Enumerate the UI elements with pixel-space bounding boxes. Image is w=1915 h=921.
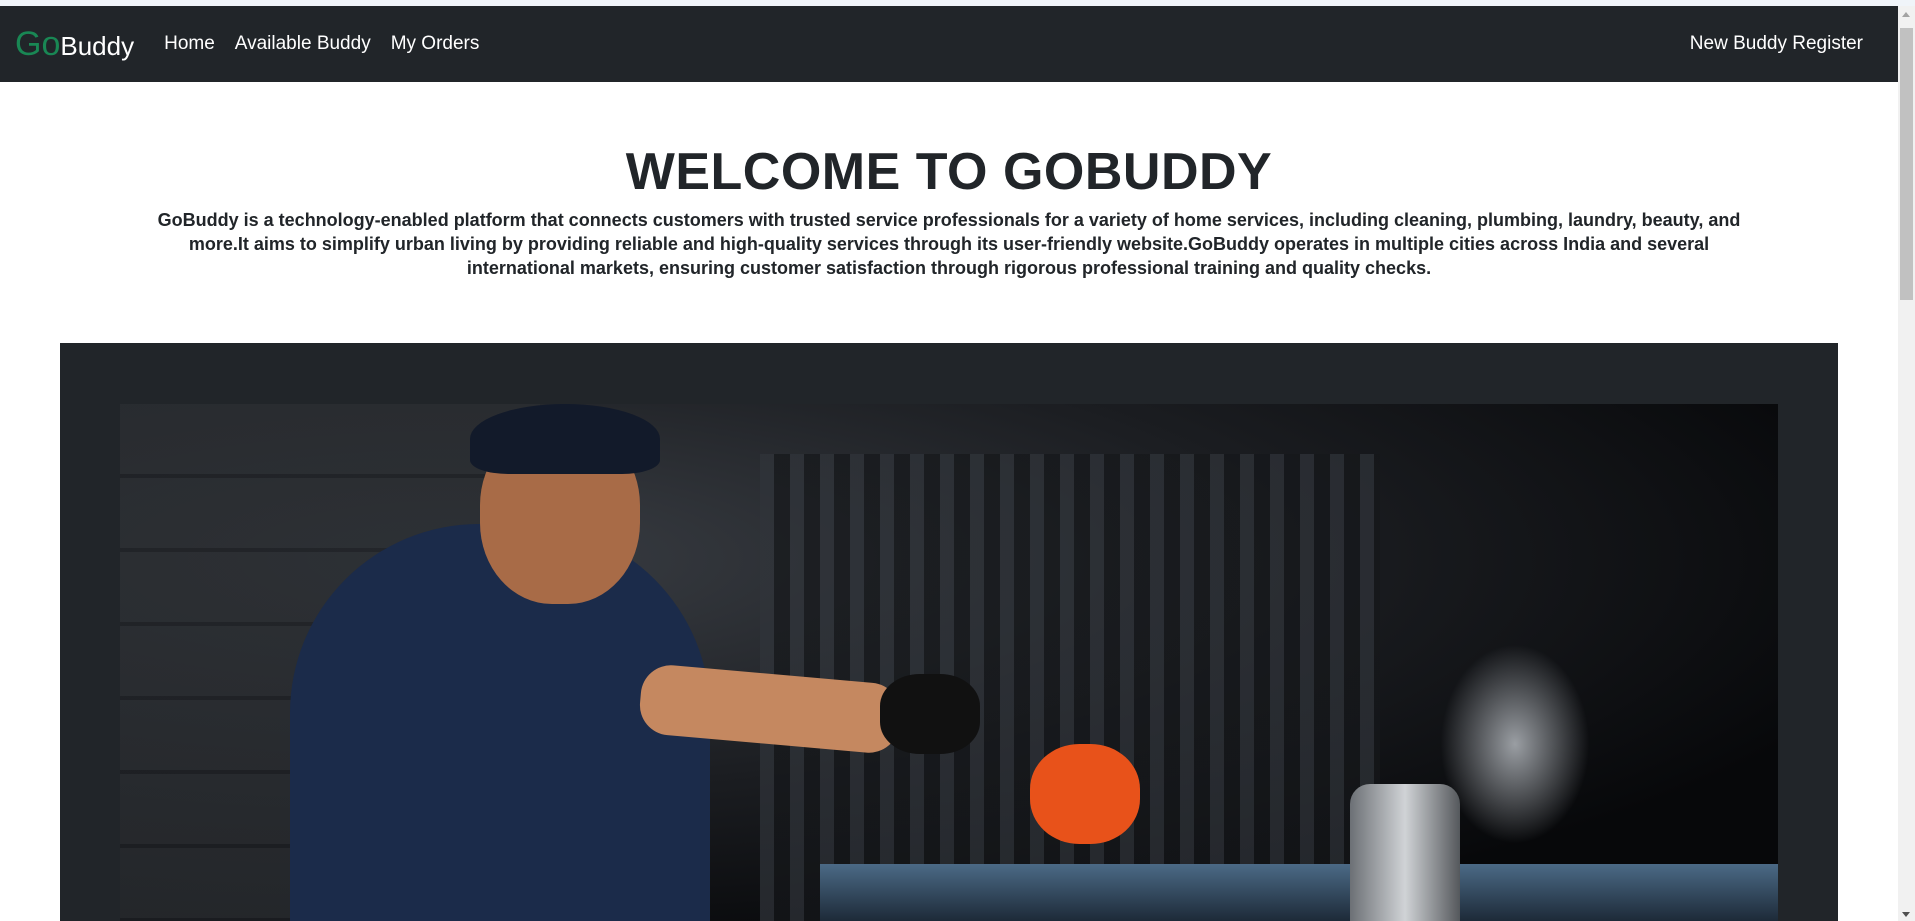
scroll-down-arrow-icon[interactable]	[1902, 912, 1910, 917]
showcase-panel	[60, 343, 1838, 921]
scroll-up-arrow-icon[interactable]	[1902, 12, 1910, 17]
photo-orange-pot	[1030, 744, 1140, 844]
photo-chef-cap	[470, 404, 660, 474]
welcome-section: WELCOME TO GOBUDDY GoBuddy is a technolo…	[0, 82, 1898, 280]
brand-go: Go	[15, 24, 61, 63]
brand-buddy: Buddy	[60, 30, 135, 61]
nav-home[interactable]: Home	[164, 33, 215, 55]
nav-new-buddy-register[interactable]: New Buddy Register	[1690, 33, 1863, 55]
scroll-thumb[interactable]	[1900, 28, 1913, 300]
photo-chef-glove	[880, 674, 980, 754]
photo-steam	[1440, 644, 1590, 844]
brand-logo[interactable]: Go Buddy	[15, 25, 134, 64]
photo-counter	[820, 864, 1778, 921]
navbar: Go Buddy Home Available Buddy My Orders N…	[0, 6, 1898, 82]
nav-my-orders[interactable]: My Orders	[391, 33, 480, 55]
page-title: WELCOME TO GOBUDDY	[625, 143, 1273, 201]
intro-paragraph: GoBuddy is a technology-enabled platform…	[157, 210, 1741, 278]
page-scrollbar[interactable]	[1898, 6, 1915, 921]
chef-cooking-photo	[120, 404, 1778, 921]
photo-kettle	[1350, 784, 1460, 921]
nav-available-buddy[interactable]: Available Buddy	[235, 33, 371, 55]
